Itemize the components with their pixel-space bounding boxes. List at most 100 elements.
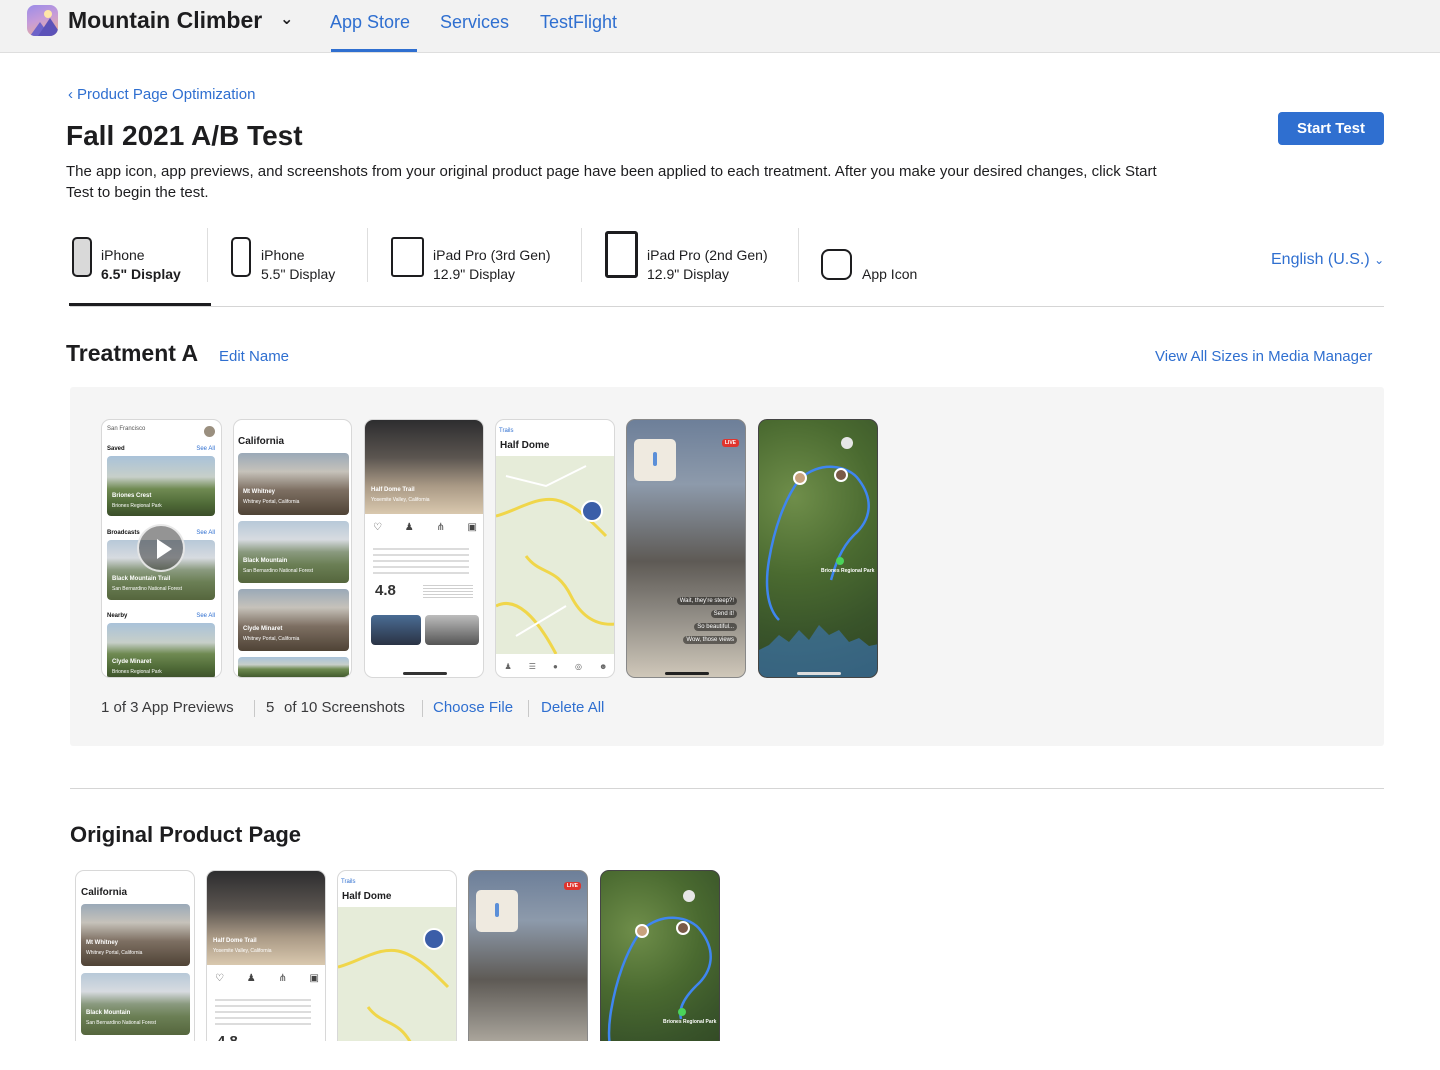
home-indicator <box>665 672 709 675</box>
tab-label-line1: iPad Pro (2nd Gen) <box>647 247 768 263</box>
original-product-page-title: Original Product Page <box>70 822 302 847</box>
action-icons-row: ♡ ♟ ⋔ ▣ <box>373 522 477 542</box>
language-label: English (U.S.) <box>1271 251 1370 268</box>
screenshot-thumbnail[interactable]: California Mt Whitney Whitney Portal, Ca… <box>75 870 195 1041</box>
screen-text: Half Dome <box>500 440 550 451</box>
iphone-icon <box>72 237 92 277</box>
top-navigation-bar: Mountain Climber ⌄ App Store Services Te… <box>0 0 1440 53</box>
page-title: Fall 2021 A/B Test <box>66 120 303 151</box>
tab-iphone-5-5[interactable]: iPhone 5.5" Display <box>230 230 360 290</box>
compass-needle <box>495 903 499 917</box>
compass-widget <box>476 890 518 932</box>
chevron-down-icon[interactable]: ⌄ <box>280 9 293 29</box>
screenshots-count: of 10 Screenshots <box>284 699 405 716</box>
pause-icon[interactable] <box>683 890 695 902</box>
screen-text: Trails <box>499 428 514 434</box>
play-triangle <box>157 539 172 559</box>
screenshot-thumbnail[interactable]: LIVE <box>468 870 588 1041</box>
back-link[interactable]: ‹ Product Page Optimization <box>68 86 255 103</box>
hiker-icon: ♟ <box>504 662 512 671</box>
screenshot-thumbnail[interactable]: Briones Regional Park <box>758 419 878 678</box>
nav-services[interactable]: Services <box>440 12 509 33</box>
route-map-svg <box>607 916 712 1041</box>
gallery-photo <box>371 615 421 645</box>
treatment-title: Treatment A <box>66 340 199 366</box>
gallery-photo <box>425 615 479 645</box>
tab-ipad-pro-3rd-gen[interactable]: iPad Pro (3rd Gen) 12.9" Display <box>390 230 570 290</box>
separator <box>528 700 529 717</box>
hiker-icon: ♟ <box>246 973 256 984</box>
screen-text: Briones Regional Park <box>663 1019 717 1025</box>
map-trail-svg <box>496 465 614 655</box>
screen-text: Clyde Minaret <box>243 626 283 632</box>
play-icon[interactable] <box>137 524 185 572</box>
screenshot-thumbnail[interactable]: Half Dome Trail Yosemite Valley, Califor… <box>364 419 484 678</box>
app-name[interactable]: Mountain Climber <box>68 7 262 34</box>
tab-ipad-pro-2nd-gen[interactable]: iPad Pro (2nd Gen) 12.9" Display <box>604 230 789 290</box>
home-indicator <box>403 672 447 675</box>
location-pin <box>581 500 603 522</box>
screenshot-thumbnail[interactable]: California Mt Whitney Whitney Portal, Ca… <box>233 419 352 678</box>
page-description: The app icon, app previews, and screensh… <box>66 163 1157 201</box>
edit-name-link[interactable]: Edit Name <box>219 348 289 365</box>
tab-bar: ♟ ☰ ● ◎ ☻ <box>496 654 614 677</box>
screen-text: San Bernardino National Forest <box>243 568 314 574</box>
screen-text: Half Dome Trail <box>213 938 257 944</box>
heart-icon: ♡ <box>215 973 224 984</box>
screen-text: Mt Whitney <box>86 940 118 946</box>
tab-label-line2: 12.9" Display <box>647 266 730 282</box>
screen-text: See All <box>196 446 215 452</box>
iphone-icon <box>231 237 251 277</box>
previews-count: 1 of 3 App Previews <box>101 699 234 716</box>
screen-text: Nearby <box>107 613 128 619</box>
screenshot-thumbnail[interactable]: Trails Half Dome <box>337 870 457 1041</box>
screen-text: Yosemite Valley, California <box>371 497 430 503</box>
nav-app-store[interactable]: App Store <box>330 12 410 33</box>
tab-label-line1: iPhone <box>261 247 305 263</box>
screen-text: Trails <box>341 879 356 885</box>
screenshot-thumbnail[interactable]: Trails Half Dome ♟ ☰ ● ◎ ☻ <box>495 419 615 678</box>
app-icon-mountain <box>38 18 58 36</box>
back-link-label: Product Page Optimization <box>77 86 256 103</box>
section-divider <box>70 788 1384 789</box>
choose-file-link[interactable]: Choose File <box>433 699 513 716</box>
app-icon[interactable] <box>27 5 58 36</box>
nav-testflight[interactable]: TestFlight <box>540 12 617 33</box>
map-view <box>496 456 614 655</box>
pause-icon[interactable] <box>841 437 853 449</box>
tab-iphone-6-5[interactable]: iPhone 6.5" Display <box>70 230 210 290</box>
compass-needle <box>653 452 657 466</box>
view-all-sizes-link[interactable]: View All Sizes in Media Manager <box>1155 348 1372 365</box>
route-map-svg <box>759 465 877 677</box>
screen-text: See All <box>196 530 215 536</box>
screen-text: Briones Regional Park <box>112 669 162 675</box>
language-selector[interactable]: English (U.S.) ⌄ <box>1271 251 1384 269</box>
description-text-block <box>215 999 311 1029</box>
map-trail-svg <box>338 948 450 1041</box>
screen-text: Clyde Minaret <box>112 659 152 665</box>
map-view <box>338 907 456 1041</box>
screen-text: Briones Regional Park <box>112 503 162 509</box>
compass-widget <box>634 439 676 481</box>
start-test-button[interactable]: Start Test <box>1278 112 1384 145</box>
screenshot-thumbnail[interactable]: Half Dome Trail Yosemite Valley, Califor… <box>206 870 326 1041</box>
chat-bubble: Send it! <box>710 610 737 618</box>
delete-all-link[interactable]: Delete All <box>541 699 604 716</box>
app-preview-thumbnail[interactable]: San Francisco Saved See All Briones Cres… <box>101 419 222 678</box>
trail-photo: Black Mountain San Bernardino National F… <box>81 973 190 1035</box>
avatar <box>834 468 848 482</box>
screen-text: Black Mountain <box>243 558 288 564</box>
tab-app-icon[interactable]: App Icon <box>820 230 940 290</box>
live-badge: LIVE <box>721 439 739 447</box>
avatar <box>204 426 215 437</box>
avatar <box>676 921 690 935</box>
screen-text: Saved <box>107 446 125 452</box>
tabs-divider <box>70 306 1384 307</box>
hiker-icon: ♟ <box>404 522 414 533</box>
screenshot-thumbnail[interactable]: Briones Regional Park <box>600 870 720 1041</box>
profile-icon: ☻ <box>599 662 608 671</box>
friends-icon: ◎ <box>574 662 582 671</box>
screenshot-thumbnail[interactable]: LIVE Wait, they're steep?! Send it! So b… <box>626 419 746 678</box>
tab-label-line1: iPhone <box>101 247 145 263</box>
chat-bubble: Wait, they're steep?! <box>676 597 737 605</box>
